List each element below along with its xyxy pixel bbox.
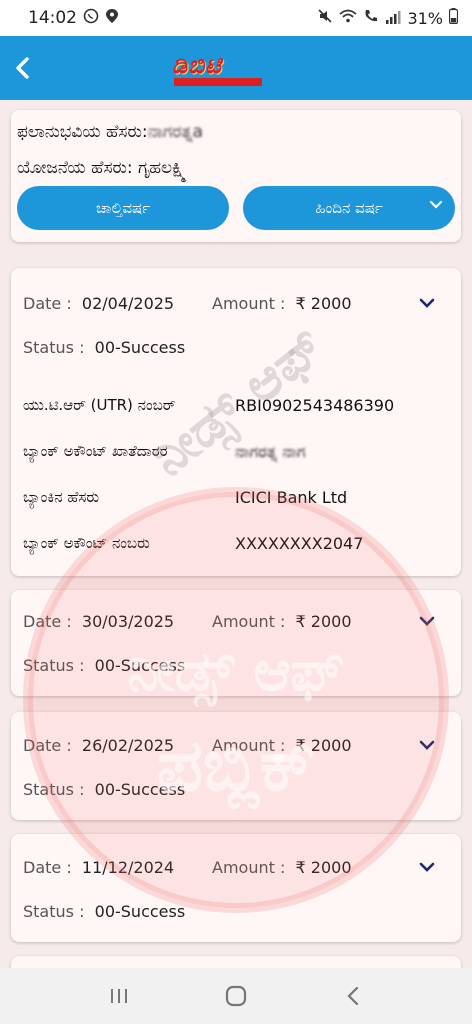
- recents-button[interactable]: [99, 976, 139, 1016]
- payment-status: Status : 00-Success: [23, 902, 185, 921]
- current-year-button[interactable]: ಚಾಲ್ತಿವರ್ಷ: [17, 186, 229, 230]
- account-number-value: XXXXXXXX2047: [235, 534, 364, 553]
- status-time: 14:02: [28, 8, 77, 28]
- signal-icon: [385, 9, 401, 28]
- app-logo: ಡಿಬಿಟಿ: [172, 50, 268, 88]
- battery-icon: [448, 8, 459, 28]
- bank-name-label: ಬ್ಯಾಂಕಿನ ಹೆಸರು: [23, 488, 100, 506]
- chevron-down-icon: [429, 200, 443, 209]
- payment-status: Status : 00-Success: [23, 656, 185, 675]
- date-label: Date :: [23, 294, 72, 313]
- date-value: 11/12/2024: [81, 858, 175, 877]
- previous-year-label: ಹಿಂದಿನ ವರ್ಷ: [315, 199, 383, 217]
- date-value: 02/04/2025: [81, 294, 175, 313]
- payment-card[interactable]: Date : 26/02/2025 Amount : ₹ 2000 Status…: [11, 712, 461, 820]
- amount-label: Amount :: [212, 858, 286, 877]
- status-label: Status :: [23, 902, 85, 921]
- payment-amount: Amount : ₹ 2000: [212, 294, 352, 313]
- payment-amount: Amount : ₹ 2000: [212, 736, 352, 755]
- logo-text: ಡಿಬಿಟಿ: [172, 51, 222, 79]
- payment-card[interactable]: Date : 30/03/2025 Amount : ₹ 2000 Status…: [11, 590, 461, 696]
- chevron-down-icon[interactable]: [419, 616, 435, 628]
- chevron-down-icon[interactable]: [419, 740, 435, 752]
- call-icon: [363, 8, 379, 28]
- mute-icon: [317, 8, 333, 28]
- payment-date: Date : 26/02/2025: [23, 736, 174, 755]
- back-chevron-icon: [16, 57, 29, 79]
- status-value: 00-Success: [94, 902, 186, 921]
- payment-status: Status : 00-Success: [23, 780, 185, 799]
- amount-value: ₹ 2000: [295, 612, 352, 631]
- home-button[interactable]: [216, 976, 256, 1016]
- whatsapp-icon: [83, 8, 99, 28]
- date-label: Date :: [23, 612, 72, 631]
- account-holder-label: ಬ್ಯಾಂಕ್ ಅಕೌಂಟ್ ಖಾತೆದಾರರ: [23, 442, 168, 460]
- status-value: 00-Success: [94, 780, 186, 799]
- account-number-label: ಬ್ಯಾಂಕ್ ಅಕೌಂಟ್ ನಂಬರು: [23, 534, 150, 552]
- bank-name-value: ICICI Bank Ltd: [235, 488, 348, 507]
- app-bar: ಡಿಬಿಟಿ: [0, 36, 472, 100]
- wifi-icon: [339, 8, 358, 28]
- payment-card[interactable]: Date : 11/12/2024 Amount : ₹ 2000 Status…: [11, 834, 461, 942]
- utr-value: RBI0902543486390: [235, 396, 395, 415]
- system-nav-bar: [0, 968, 472, 1024]
- amount-label: Amount :: [212, 736, 286, 755]
- status-label: Status :: [23, 338, 85, 357]
- recents-icon: [110, 989, 127, 1003]
- payment-date: Date : 11/12/2024: [23, 858, 174, 877]
- nav-back-button[interactable]: [333, 976, 373, 1016]
- amount-value: ₹ 2000: [295, 858, 352, 877]
- status-label: Status :: [23, 656, 85, 675]
- previous-year-dropdown[interactable]: ಹಿಂದಿನ ವರ್ಷ: [243, 186, 455, 230]
- beneficiary-card: ಫಲಾನುಭವಿಯ ಹೆಸರು:ನಾಗರತ್ನa ಯೋಜನೆಯ ಹೆಸರು: ಗ…: [11, 110, 461, 242]
- date-label: Date :: [23, 736, 72, 755]
- payment-date: Date : 30/03/2025: [23, 612, 174, 631]
- payment-card[interactable]: Date : 02/04/2025 Amount : ₹ 2000 Status…: [11, 268, 461, 576]
- back-button[interactable]: [8, 50, 38, 86]
- status-value: 00-Success: [94, 338, 186, 357]
- chevron-down-icon[interactable]: [419, 298, 435, 310]
- utr-label: ಯು.ಟಿ.ಆರ್ (UTR) ನಂಬರ್: [23, 396, 176, 414]
- status-label: Status :: [23, 780, 85, 799]
- battery-text: 31%: [407, 8, 443, 28]
- scheme-name-line: ಯೋಜನೆಯ ಹೆಸರು: ಗೃಹಲಕ್ಷ್ಮಿ: [17, 158, 187, 178]
- status-value: 00-Success: [94, 656, 186, 675]
- status-bar: 14:02 31%: [0, 0, 472, 36]
- chevron-down-icon[interactable]: [419, 862, 435, 874]
- date-label: Date :: [23, 858, 72, 877]
- beneficiary-name-line: ಫಲಾನುಭವಿಯ ಹೆಸರು:ನಾಗರತ್ನa: [17, 122, 203, 142]
- payment-date: Date : 02/04/2025: [23, 294, 174, 313]
- amount-value: ₹ 2000: [295, 736, 352, 755]
- current-year-label: ಚಾಲ್ತಿವರ್ಷ: [96, 199, 150, 217]
- amount-label: Amount :: [212, 612, 286, 631]
- account-holder-value: ನಾಗರತ್ನ ನಾಗ: [235, 442, 306, 461]
- back-icon: [347, 986, 359, 1006]
- home-icon: [225, 985, 247, 1007]
- payment-status: Status : 00-Success: [23, 338, 185, 357]
- payment-amount: Amount : ₹ 2000: [212, 858, 352, 877]
- logo-bar: [174, 78, 262, 86]
- beneficiary-name-value: ನಾಗರತ್ನa: [147, 122, 203, 142]
- beneficiary-name-label: ಫಲಾನುಭವಿಯ ಹೆಸರು:: [17, 122, 148, 142]
- amount-label: Amount :: [212, 294, 286, 313]
- amount-value: ₹ 2000: [295, 294, 352, 313]
- date-value: 26/02/2025: [81, 736, 175, 755]
- location-icon: [105, 8, 119, 28]
- payment-amount: Amount : ₹ 2000: [212, 612, 352, 631]
- date-value: 30/03/2025: [81, 612, 175, 631]
